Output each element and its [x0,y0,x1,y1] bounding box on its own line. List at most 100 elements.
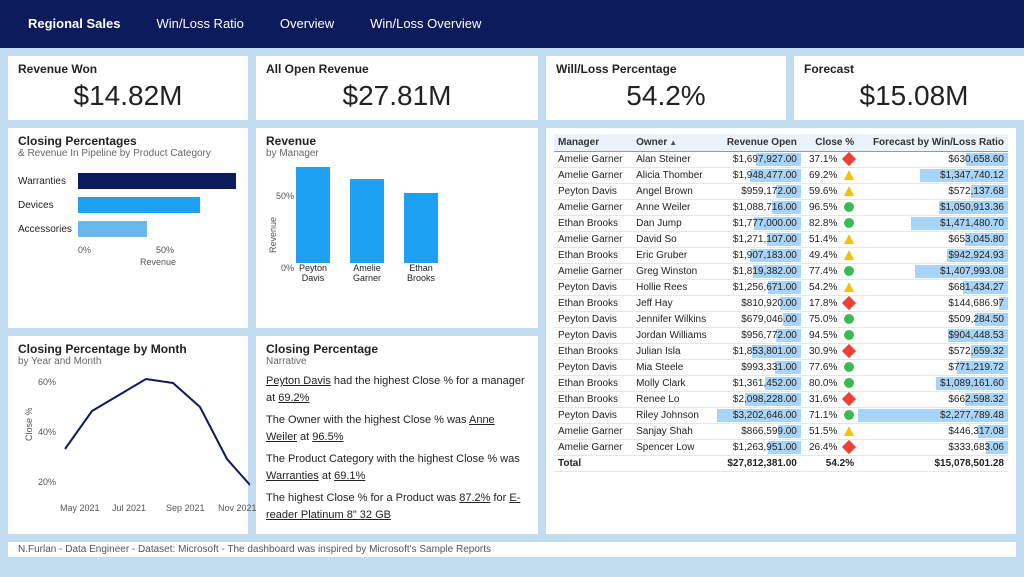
status-yel-icon [844,250,854,260]
kpi-title: Forecast [804,62,1024,76]
bar-ethan-brooks [404,193,438,263]
link-value[interactable]: 96.5% [312,431,343,443]
tab-winloss-overview[interactable]: Win/Loss Overview [352,0,499,48]
status-grn-icon [844,362,854,372]
kpi-value: 54.2% [556,76,776,114]
chart-subtitle: & Revenue In Pipeline by Product Categor… [18,148,238,159]
link-value[interactable]: 87.2% [459,492,490,504]
chart-closing-percentages[interactable]: Closing Percentages & Revenue In Pipelin… [8,128,248,328]
tab-regional-sales[interactable]: Regional Sales [10,0,138,48]
x-tick: May 2021 [60,503,100,513]
bar-warranties [78,173,236,189]
status-yel-icon [844,170,854,180]
y-tick: 40% [38,427,56,437]
status-red-icon [842,392,856,406]
category-label: Ethan Brooks [404,263,438,283]
kpi-value: $27.81M [266,76,528,114]
tab-winloss-ratio[interactable]: Win/Loss Ratio [138,0,261,48]
category-label: Peyton Davis [296,263,330,283]
chart-revenue-by-manager[interactable]: Revenue by Manager Revenue 50% 0% Peyton… [256,128,538,328]
chart-title: Closing Percentage by Month [18,342,238,356]
status-grn-icon [844,378,854,388]
table-row[interactable]: Amelie GarnerAlan Steiner$1,697,927.0037… [554,152,1008,168]
col-owner[interactable]: Owner▲ [632,134,717,152]
col-revenue-open[interactable]: Revenue Open [717,134,801,152]
x-tick: Jul 2021 [112,503,146,513]
chart-subtitle: by Year and Month [18,356,238,367]
status-red-icon [842,296,856,310]
kpi-all-open-revenue[interactable]: All Open Revenue $27.81M [256,56,538,120]
table-row[interactable]: Ethan BrooksJulian Isla$1,853,801.0030.9… [554,344,1008,360]
table-row[interactable]: Amelie GarnerAlicia Thomber$1,948,477.00… [554,168,1008,184]
link-value[interactable]: 69.1% [334,470,365,482]
line-plot [60,371,250,491]
narrative-title: Closing Percentage [266,342,528,356]
narrative-closing-percentage: Closing Percentage Narrative Peyton Davi… [256,336,538,534]
sort-asc-icon: ▲ [669,138,677,147]
table-row[interactable]: Peyton DavisAngel Brown$959,172.0059.6% … [554,184,1008,200]
kpi-title: All Open Revenue [266,62,528,76]
bar-amelie-garner [350,179,384,263]
status-grn-icon [844,410,854,420]
x-tick: 0% [78,245,91,255]
link-peyton-davis[interactable]: Peyton Davis [266,375,331,387]
status-grn-icon [844,314,854,324]
table-row[interactable]: Amelie GarnerAnne Weiler$1,088,716.0096.… [554,200,1008,216]
kpi-revenue-won[interactable]: Revenue Won $14.82M [8,56,248,120]
category-label: Warranties [18,176,78,187]
status-grn-icon [844,202,854,212]
table-row[interactable]: Amelie GarnerSpencer Low$1,263,951.0026.… [554,440,1008,456]
bar-peyton-davis [296,167,330,263]
category-label: Amelie Garner [350,263,384,283]
x-tick: 50% [156,245,174,255]
table-row[interactable]: Peyton DavisJennifer Wilkins$679,046.007… [554,312,1008,328]
table-row[interactable]: Ethan BrooksEric Gruber$1,907,183.0049.4… [554,248,1008,264]
status-yel-icon [844,282,854,292]
table-row[interactable]: Peyton DavisRiley Johnson$3,202,646.0071… [554,408,1008,424]
col-forecast[interactable]: Forecast by Win/Loss Ratio [858,134,1008,152]
table-row[interactable]: Ethan BrooksDan Jump$1,777,000.0082.8% $… [554,216,1008,232]
kpi-title: Will/Loss Percentage [556,62,776,76]
table-row[interactable]: Peyton DavisMia Steele$993,331.0077.6% $… [554,360,1008,376]
status-red-icon [842,152,856,166]
link-value[interactable]: 69.2% [278,392,309,404]
status-yel-icon [844,426,854,436]
table-row[interactable]: Ethan BrooksMolly Clark$1,361,452.0080.0… [554,376,1008,392]
table-total-row: Total $27,812,381.00 54.2% $15,078,501.2… [554,456,1008,472]
status-yel-icon [844,186,854,196]
bar-devices [78,197,200,213]
status-yel-icon [844,234,854,244]
narrative-line: The Product Category with the highest Cl… [266,451,528,484]
y-tick: 20% [38,477,56,487]
footer-text: N.Furlan - Data Engineer - Dataset: Micr… [8,542,1016,557]
table-manager-owner[interactable]: Manager Owner▲ Revenue Open Close % Fore… [546,128,1016,534]
kpi-title: Revenue Won [18,62,238,76]
table-row[interactable]: Peyton DavisHollie Rees$1,256,671.0054.2… [554,280,1008,296]
table-row[interactable]: Amelie GarnerGreg Winston$1,819,382.0077… [554,264,1008,280]
chart-title: Revenue [266,134,528,148]
status-grn-icon [844,218,854,228]
chart-closing-by-month[interactable]: Closing Percentage by Month by Year and … [8,336,248,534]
x-tick: Sep 2021 [166,503,205,513]
table-row[interactable]: Ethan BrooksRenee Lo$2,098,228.0031.6% $… [554,392,1008,408]
y-axis-label: Close % [24,407,34,441]
tab-overview[interactable]: Overview [262,0,352,48]
y-tick: 0% [266,263,294,273]
kpi-value: $15.08M [804,76,1024,114]
x-tick: Nov 2021 [218,503,257,513]
narrative-subtitle: Narrative [266,356,528,367]
col-close-pct[interactable]: Close % [801,134,858,152]
category-label: Devices [18,200,78,211]
table-row[interactable]: Amelie GarnerSanjay Shah$866,599.0051.5%… [554,424,1008,440]
col-manager[interactable]: Manager [554,134,632,152]
top-nav: Regional Sales Win/Loss Ratio Overview W… [0,0,1024,48]
kpi-winloss-percentage[interactable]: Will/Loss Percentage 54.2% [546,56,786,120]
y-tick: 60% [38,377,56,387]
category-label: Accessories [18,224,78,235]
table-row[interactable]: Amelie GarnerDavid So$1,271,107.0051.4% … [554,232,1008,248]
kpi-forecast[interactable]: Forecast $15.08M [794,56,1024,120]
table-row[interactable]: Peyton DavisJordan Williams$956,772.0094… [554,328,1008,344]
chart-subtitle: by Manager [266,148,528,159]
link-warranties[interactable]: Warranties [266,470,319,482]
table-row[interactable]: Ethan BrooksJeff Hay$810,920.0017.8% $14… [554,296,1008,312]
